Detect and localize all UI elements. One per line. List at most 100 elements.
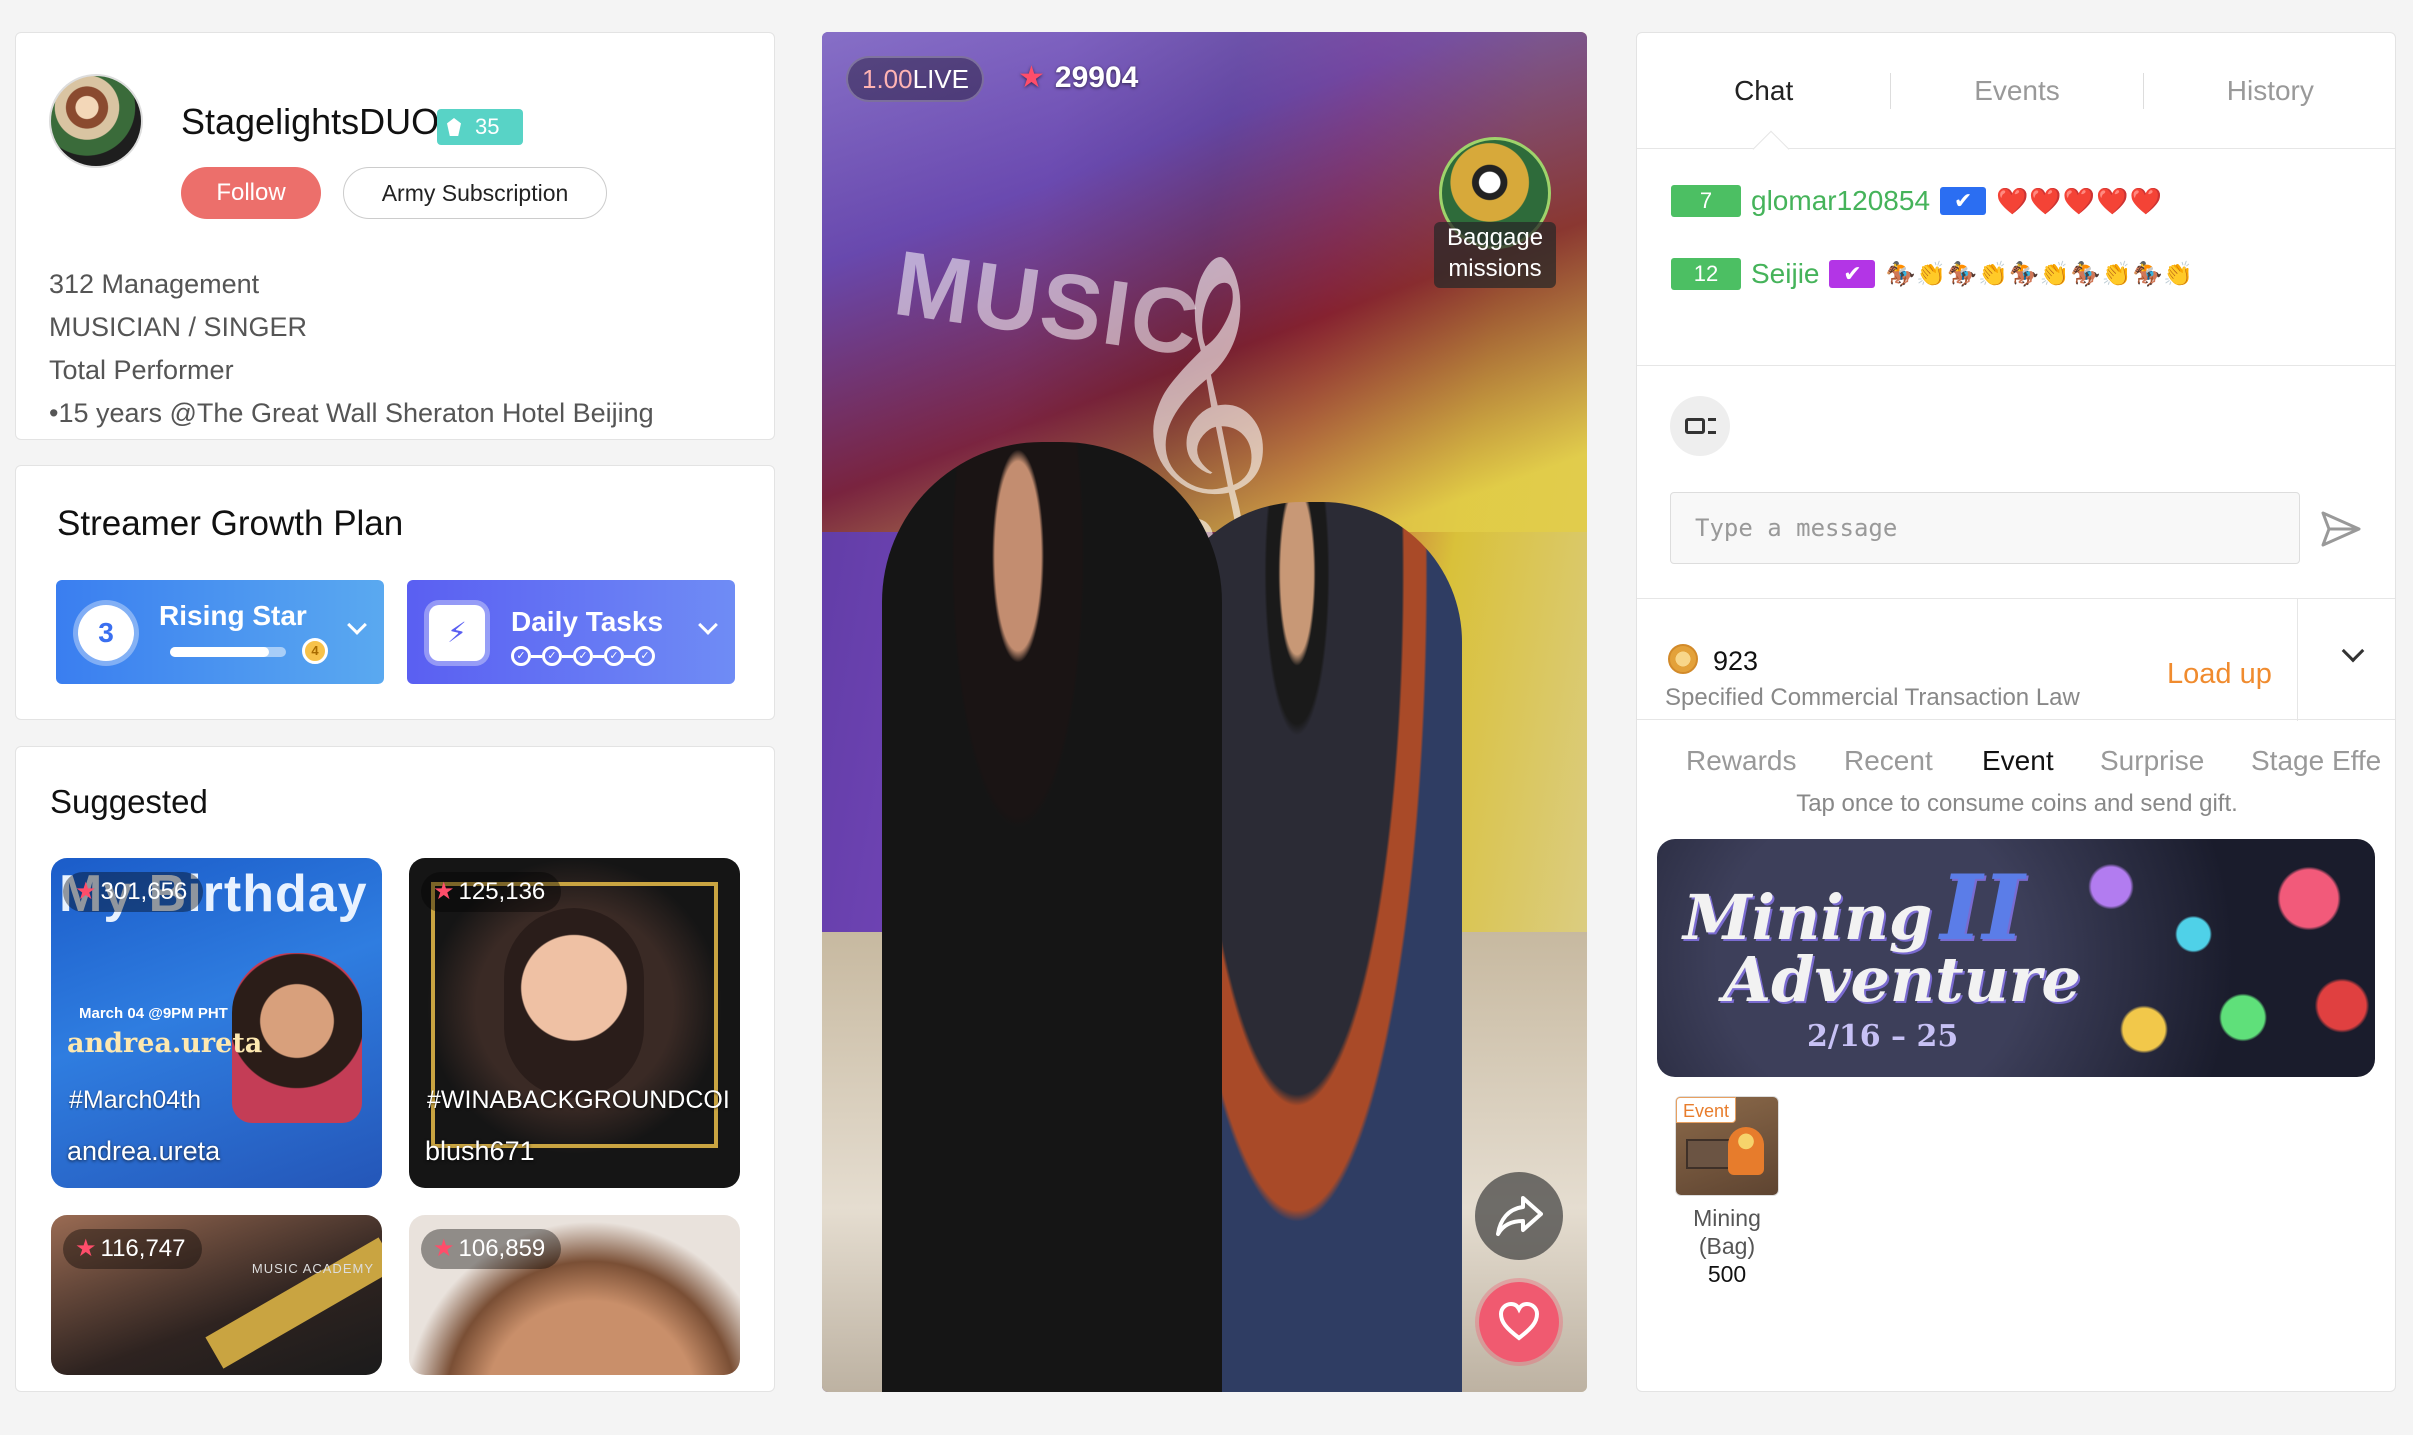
coin-icon — [1668, 644, 1698, 674]
chat-username[interactable]: Seijie — [1751, 258, 1819, 290]
gift-tab-recent[interactable]: Recent — [1844, 745, 1933, 777]
gift-tab-stage-effects[interactable]: Stage Effe — [2251, 745, 2381, 777]
step-connector — [562, 654, 573, 658]
streamer-avatar[interactable] — [49, 74, 143, 168]
chevron-down-icon — [347, 615, 367, 635]
thumb-overlay-text: MUSIC ACADEMY — [251, 1261, 374, 1276]
view-count: 301,656 — [100, 878, 188, 905]
suggested-stream-thumb[interactable]: My Birthday March 04 @9PM PHT andrea.ure… — [51, 858, 382, 1188]
stream-hashtag: #WINABACKGROUNDCOI — [427, 1086, 730, 1114]
streamer-bio: 312 Management MUSICIAN / SINGER Total P… — [49, 263, 739, 429]
tab-events[interactable]: Events — [1890, 33, 2143, 148]
tab-divider — [1890, 73, 1891, 109]
gift-tab-rewards[interactable]: Rewards — [1686, 745, 1796, 777]
rising-star-button[interactable]: 3 Rising Star 4 — [56, 580, 384, 684]
level-badge: 35 — [437, 109, 523, 145]
gift-display-toggle[interactable] — [1670, 396, 1730, 456]
growth-plan-title: Streamer Growth Plan — [57, 504, 404, 543]
view-count-pill: ★ 125,136 — [421, 872, 562, 912]
follow-button[interactable]: Follow — [181, 167, 321, 219]
suggested-title: Suggested — [50, 783, 208, 820]
chat-message: 12 Seijie ✔ 🏇👏🏇👏🏇👏🏇👏🏇👏 — [1671, 254, 2194, 294]
step-connector — [593, 654, 604, 658]
streamer-name[interactable]: StagelightsDUO — [181, 101, 439, 143]
tab-history[interactable]: History — [2144, 33, 2395, 148]
user-level-badge: 7 — [1671, 185, 1741, 217]
check-badge-icon: ✔ — [1940, 187, 1987, 215]
next-level-badge: 4 — [302, 638, 328, 664]
divider — [2297, 599, 2298, 721]
load-up-button[interactable]: Load up — [2167, 658, 2272, 691]
star-icon: ★ — [433, 878, 455, 905]
chat-panel: Chat Events History 7 glomar120854 ✔ ❤️❤… — [1636, 32, 2396, 1392]
message-input[interactable] — [1670, 492, 2300, 564]
step-connector — [531, 654, 542, 658]
baggage-missions-label[interactable]: Baggage missions — [1434, 222, 1556, 288]
step-connector — [624, 654, 635, 658]
gift-tabs: Rewards Recent Event Surprise Stage Effe — [1637, 721, 2395, 793]
stream-owner-name: andrea.ureta — [67, 1136, 221, 1166]
daily-tasks-button[interactable]: ⚡ Daily Tasks ✓ ✓ ✓ ✓ ✓ — [407, 580, 735, 684]
star-icon: ★ — [1018, 61, 1045, 94]
heart-icon — [1498, 1302, 1540, 1341]
miner-icon — [1728, 1127, 1764, 1175]
menu-lines-icon — [1708, 418, 1716, 434]
like-button[interactable] — [1479, 1282, 1559, 1362]
army-subscription-button[interactable]: Army Subscription — [343, 167, 607, 219]
growth-plan-card: Streamer Growth Plan 3 Rising Star 4 ⚡ D… — [15, 465, 775, 720]
send-icon[interactable] — [2319, 507, 2363, 551]
gift-event-tag: Event — [1676, 1097, 1737, 1123]
rising-star-progress-fill — [170, 647, 269, 657]
viewer-count-value: 29904 — [1054, 61, 1139, 94]
suggested-stream-thumb[interactable]: ★ 106,859 — [409, 1215, 740, 1375]
live-indicator: 1.00LIVE — [846, 56, 984, 102]
singer-figure — [882, 442, 1222, 1392]
thumb-overlay-script: andrea.ureta — [67, 1028, 263, 1059]
screen-icon — [1685, 418, 1705, 434]
bio-line: Total Performer — [49, 355, 234, 385]
suggested-card: Suggested My Birthday March 04 @9PM PHT … — [15, 746, 775, 1392]
view-count-pill: ★ 106,859 — [421, 1229, 562, 1269]
suggested-stream-thumb[interactable]: ★ 125,136 #WINABACKGROUNDCOI blush671 — [409, 858, 740, 1188]
check-badge-icon: ✔ — [1829, 260, 1876, 288]
task-step-check: ✓ — [635, 646, 655, 666]
daily-tasks-label: Daily Tasks — [511, 606, 664, 637]
rising-star-level-icon: 3 — [78, 605, 134, 661]
chevron-down-icon — [698, 615, 718, 635]
view-count-pill: ★ 301,656 — [63, 872, 204, 912]
viewer-count: ★ 29904 — [1018, 60, 1138, 95]
tab-chat[interactable]: Chat — [1637, 33, 1890, 148]
star-icon: ★ — [75, 878, 97, 905]
live-label: LIVE — [912, 64, 969, 94]
commercial-law-link[interactable]: Specified Commercial Transaction Law — [1665, 684, 2080, 712]
task-step-check: ✓ — [542, 646, 562, 666]
event-banner[interactable]: MiningII Adventure 2/16 – 25 — [1657, 839, 2375, 1077]
bio-line: •15 years @The Great Wall Sheraton Hotel… — [49, 398, 654, 428]
chat-message: 7 glomar120854 ✔ ❤️❤️❤️❤️❤️ — [1671, 181, 2163, 221]
gift-item[interactable]: Event Mining (Bag) 500 — [1675, 1096, 1779, 1288]
view-count: 116,747 — [100, 1235, 186, 1262]
rising-star-progress — [170, 647, 286, 657]
bio-line: MUSICIAN / SINGER — [49, 312, 308, 342]
playback-rate: 1.00 — [862, 64, 913, 94]
star-icon: ★ — [75, 1235, 97, 1262]
share-button[interactable] — [1475, 1172, 1563, 1260]
gift-tab-event[interactable]: Event — [1982, 745, 2054, 777]
stream-owner-name: blush671 — [425, 1136, 535, 1166]
profile-card: StagelightsDUO 35 Follow Army Subscripti… — [15, 32, 775, 440]
gift-name: Mining (Bag) — [1693, 1205, 1761, 1259]
chevron-down-icon[interactable] — [2341, 639, 2365, 663]
chat-username[interactable]: glomar120854 — [1751, 185, 1930, 217]
gem-icon — [447, 118, 461, 136]
coin-balance-row: 923 Specified Commercial Transaction Law… — [1637, 598, 2395, 721]
share-icon — [1496, 1196, 1543, 1236]
live-video-player[interactable]: MUSIC 𝄞 1.00LIVE ★ 29904 Baggage missions — [822, 32, 1587, 1392]
gift-tab-surprise[interactable]: Surprise — [2100, 745, 2204, 777]
gift-price: 500 — [1707, 1261, 1747, 1287]
mine-cart-icon — [1686, 1139, 1732, 1169]
view-count: 106,859 — [458, 1235, 546, 1262]
banner-title: MiningII Adventure — [1683, 863, 2081, 1011]
bio-line: 312 Management — [49, 269, 260, 299]
suggested-stream-thumb[interactable]: MUSIC ACADEMY ★ 116,747 — [51, 1215, 382, 1375]
coin-balance: 923 — [1713, 646, 1759, 676]
